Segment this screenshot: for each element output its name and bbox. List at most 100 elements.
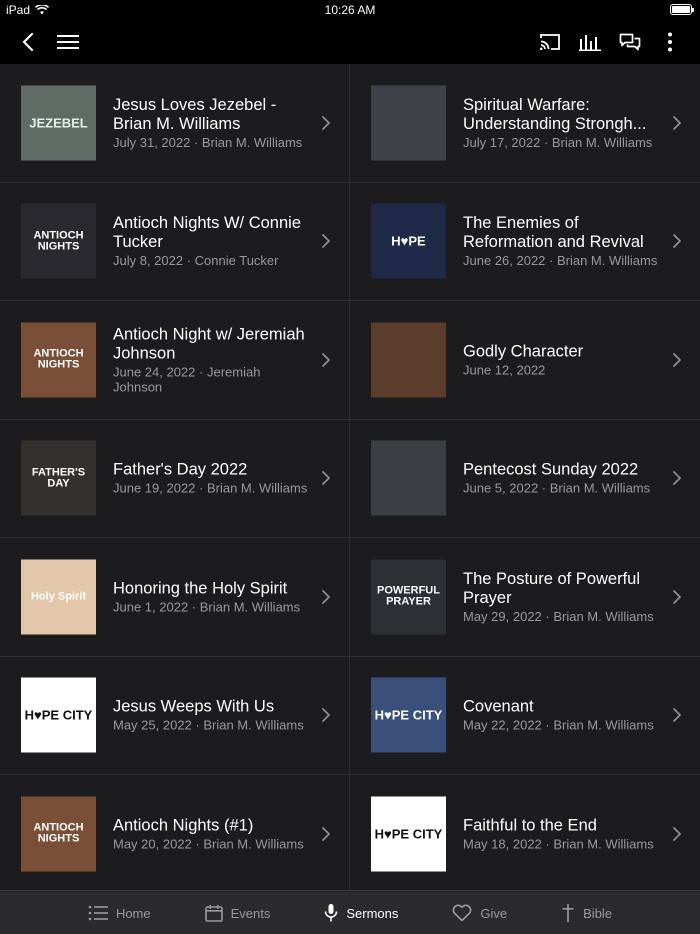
tab-home[interactable]: Home (61, 891, 178, 934)
sermon-meta: June 24, 2022 · Jeremiah Johnson (113, 364, 261, 395)
sermon-meta: June 5, 2022 · Brian M. Williams (463, 480, 651, 496)
menu-button[interactable] (48, 20, 88, 64)
thumbnail-text: H♥PE CITY (374, 707, 443, 723)
sermon-thumbnail: FATHER'S DAY (21, 440, 96, 516)
sermon-info: Faithful to the End May 18, 2022 · Brian … (463, 816, 660, 851)
chat-button[interactable] (610, 20, 650, 64)
thumbnail-text: ANTIOCH NIGHTS (33, 821, 84, 845)
chat-icon (619, 33, 641, 51)
chevron-right-icon (673, 708, 681, 723)
sermon-info: Jesus Weeps With Us May 25, 2022 · Brian … (113, 698, 309, 733)
sermon-item[interactable]: JEZEBEL Jesus Loves Jezebel - Brian M. Wi… (0, 64, 350, 183)
sermon-thumbnail: H♥PE (371, 203, 446, 279)
chevron-right-icon (322, 708, 330, 723)
chevron-right-icon (673, 352, 681, 367)
battery-icon (670, 4, 694, 15)
sermon-title: Father's Day 2022 (113, 460, 248, 479)
sermon-thumbnail: H♥PE CITY (371, 796, 446, 872)
calendar-icon (204, 904, 223, 922)
sermon-title: The Posture of Powerful Prayer (463, 569, 641, 607)
sermon-meta: June 19, 2022 · Brian M. Williams (113, 480, 308, 496)
sermon-title: Godly Character (463, 342, 584, 361)
sermon-info: Antioch Nights W/ Connie Tucker July 8, 2… (113, 214, 309, 268)
tab-give[interactable]: Give (425, 891, 534, 934)
chevron-right-icon (322, 234, 330, 249)
nav-bar (0, 20, 700, 64)
thumbnail-text: FATHER'S DAY (31, 466, 86, 490)
sermon-title: Honoring the Holy Spirit (113, 579, 288, 598)
sermon-meta: July 31, 2022 · Brian M. Williams (113, 134, 303, 150)
more-vertical-icon (668, 32, 672, 52)
microphone-icon (324, 903, 338, 923)
chevron-right-icon (322, 471, 330, 486)
sermon-info: Covenant May 22, 2022 · Brian M. Williams (463, 698, 660, 733)
status-time: 10:26 AM (324, 3, 376, 17)
chevron-right-icon (673, 471, 681, 486)
sermon-item[interactable]: Spiritual Warfare: Understanding Strongh… (350, 64, 700, 183)
cross-icon (561, 903, 575, 923)
sermon-item[interactable]: H♥PE CITY Jesus Weeps With Us May 25, 2022… (0, 656, 350, 775)
back-button[interactable] (8, 20, 48, 64)
chevron-right-icon (673, 589, 681, 604)
sermon-item[interactable]: ANTIOCH NIGHTS Antioch Nights (#1) May 20,… (0, 775, 350, 890)
chevron-right-icon (673, 234, 681, 249)
sermon-title: Jesus Loves Jezebel - Brian M. Williams (113, 95, 277, 133)
sermon-thumbnail: ANTIOCH NIGHTS (21, 322, 96, 398)
sermon-meta: June 1, 2022 · Brian M. Williams (113, 599, 301, 615)
thumbnail-text: ANTIOCH NIGHTS (33, 347, 84, 371)
cast-icon (539, 34, 560, 51)
sermon-title: Antioch Night w/ Jeremiah Johnson (113, 325, 305, 363)
thumbnail-text: H♥PE (391, 233, 426, 249)
sermon-info: Spiritual Warfare: Understanding Strongh… (463, 96, 660, 150)
sermon-title: Spiritual Warfare: Understanding Strongh… (463, 95, 647, 133)
sermon-thumbnail: ANTIOCH NIGHTS (21, 203, 96, 279)
chevron-right-icon (322, 826, 330, 841)
cast-button[interactable] (530, 20, 570, 64)
heart-icon (452, 904, 472, 922)
sermon-title: Faithful to the End (463, 816, 597, 835)
status-bar: iPad 10:26 AM (0, 0, 700, 20)
sermon-thumbnail: H♥PE CITY (371, 677, 446, 753)
sermon-thumbnail (371, 322, 446, 398)
sermon-title: Antioch Nights (#1) (113, 816, 254, 835)
chevron-left-icon (22, 32, 34, 52)
sermon-title: Jesus Weeps With Us (113, 697, 275, 716)
sermon-title: Pentecost Sunday 2022 (463, 460, 639, 479)
sermon-item[interactable]: H♥PE CITY Covenant May 22, 2022 · Brian M.… (350, 657, 700, 775)
chevron-right-icon (322, 352, 330, 367)
tab-label: Events (230, 905, 271, 921)
sermon-item[interactable]: FATHER'S DAY Father's Day 2022 June 19, 20… (0, 419, 350, 538)
sermon-info: Pentecost Sunday 2022 June 5, 2022 · Bria… (463, 461, 660, 496)
chevron-right-icon (322, 115, 330, 130)
sermon-item[interactable]: Godly Character June 12, 2022 (350, 301, 700, 420)
sermon-info: The Posture of Powerful Prayer May 29, 20… (463, 570, 660, 624)
sermon-item[interactable]: ANTIOCH NIGHTS Antioch Nights W/ Connie T… (0, 182, 350, 301)
sermon-item[interactable]: Pentecost Sunday 2022 June 5, 2022 · Bria… (350, 420, 700, 538)
thumbnail-text: JEZEBEL (29, 115, 88, 131)
audio-button[interactable] (570, 20, 610, 64)
tab-events[interactable]: Events (178, 891, 298, 934)
sermon-item[interactable]: POWERFUL PRAYER The Posture of Powerful P… (350, 538, 700, 657)
chevron-right-icon (673, 826, 681, 841)
sermon-title: Covenant (463, 697, 534, 716)
tab-bar: Home Events Sermons Give Bible (0, 890, 700, 934)
sermon-meta: July 8, 2022 · Connie Tucker (113, 253, 279, 269)
tab-bible[interactable]: Bible (534, 891, 639, 934)
sermon-item[interactable]: ANTIOCH NIGHTS Antioch Night w/ Jeremiah … (0, 301, 350, 420)
tab-sermons[interactable]: Sermons (297, 891, 425, 934)
sermon-item[interactable]: H♥PE CITY Faithful to the End May 18, 2022… (350, 775, 700, 890)
sermon-item[interactable]: H♥PE The Enemies of Reformation and Reviv… (350, 183, 700, 301)
sermon-meta: May 29, 2022 · Brian M. Williams (463, 608, 654, 624)
chevron-right-icon (673, 115, 681, 130)
sermon-item[interactable]: Holy Spirit Honoring the Holy Spirit June … (0, 538, 350, 657)
more-button[interactable] (650, 20, 690, 64)
equalizer-icon (579, 35, 601, 51)
thumbnail-text: ANTIOCH NIGHTS (33, 229, 84, 253)
thumbnail-text: H♥PE CITY (374, 826, 443, 842)
sermon-meta: May 25, 2022 · Brian M. Williams (113, 717, 304, 733)
tab-label: Sermons (346, 905, 399, 921)
sermon-meta: May 22, 2022 · Brian M. Williams (463, 717, 654, 733)
sermon-info: Antioch Night w/ Jeremiah Johnson June 24… (113, 325, 309, 394)
sermon-thumbnail: JEZEBEL (21, 85, 96, 161)
sermon-info: Antioch Nights (#1) May 20, 2022 · Brian … (113, 816, 309, 851)
